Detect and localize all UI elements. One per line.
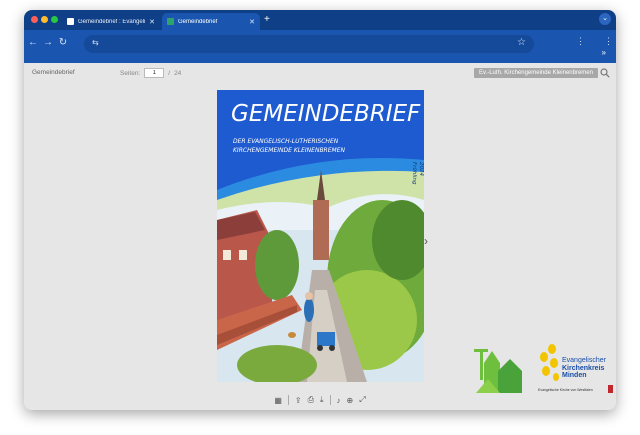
- zoom-window-button[interactable]: [51, 16, 58, 23]
- browser-menu-icon[interactable]: ⋮: [604, 36, 613, 47]
- kk-line-1: Evangelischer: [562, 357, 606, 364]
- viewer-header: Gemeindebrief Seiten: / 24 Ev.-Luth. Kir…: [24, 63, 616, 83]
- kk-line-3: Minden: [562, 372, 587, 379]
- divider: [287, 395, 289, 405]
- total-pages: 24: [174, 69, 182, 77]
- kirchenkreis-name: Evangelischer Kirchenkreis Minden: [562, 357, 606, 380]
- reload-button[interactable]: ↻: [57, 36, 69, 50]
- share-icon[interactable]: ⇪: [295, 396, 302, 405]
- church-logo: [474, 349, 522, 393]
- publisher-link[interactable]: Ev.-Luth. Kirchengemeinde Kleinenbremen: [474, 68, 598, 78]
- tab-label: Gemeindebrief: [178, 18, 218, 25]
- new-tab-button[interactable]: +: [264, 13, 270, 27]
- magazine-cover[interactable]: GEMEINDEBRIEF DER EVANGELISCH-LUTHERISCH…: [217, 90, 424, 382]
- close-tab-icon[interactable]: ✕: [249, 18, 255, 26]
- tab-label: Gemeindebrief : Evangelische…: [78, 18, 145, 25]
- cover-subtitle-1: DER EVANGELISCH-LUTHERISCHEN: [233, 138, 339, 145]
- close-window-button[interactable]: [31, 16, 38, 23]
- divider: [329, 395, 331, 405]
- kirchenkreis-logo: Evangelischer Kirchenkreis Minden Evange…: [536, 343, 614, 395]
- tab-search-button[interactable]: ⌄: [599, 13, 611, 25]
- extension-icon[interactable]: ⋮: [576, 36, 585, 47]
- search-icon[interactable]: [600, 68, 610, 78]
- tab-bar: Gemeindebrief : Evangelische… ✕ Gemeinde…: [24, 10, 616, 30]
- cover-title: GEMEINDEBRIEF: [231, 101, 421, 127]
- address-bar[interactable]: ⇆ ☆: [84, 35, 534, 53]
- tab-gemeindebrief-evangelisch[interactable]: Gemeindebrief : Evangelische… ✕: [62, 13, 160, 30]
- page-navigator: Seiten: / 24: [120, 68, 181, 78]
- bookmark-star-icon[interactable]: ☆: [517, 37, 526, 48]
- page-separator: /: [168, 69, 171, 77]
- fullscreen-icon[interactable]: ⤢: [359, 395, 365, 405]
- forward-button[interactable]: →: [42, 36, 54, 50]
- cover-season: Frühling: [411, 162, 417, 185]
- viewer-title: Gemeindebrief: [32, 69, 75, 76]
- download-icon[interactable]: ⤓: [320, 395, 324, 405]
- bookmarks-overflow-button[interactable]: »: [602, 48, 606, 57]
- print-icon[interactable]: ⎙: [308, 395, 314, 405]
- minimize-window-button[interactable]: [41, 16, 48, 23]
- cover-year: 2024: [418, 162, 424, 176]
- browser-window: Gemeindebrief : Evangelische… ✕ Gemeinde…: [24, 10, 616, 410]
- back-button[interactable]: ←: [27, 36, 39, 50]
- close-tab-icon[interactable]: ✕: [149, 18, 155, 26]
- viewer-controls: ▦ ⇪ ⎙ ⤓ ♪ ⊕ ⤢: [24, 390, 616, 410]
- document-icon: [67, 18, 74, 25]
- next-page-arrow-icon[interactable]: ›: [424, 234, 428, 248]
- cover-subtitle-2: KIRCHENGEMEINDE KLEINENBREMEN: [233, 147, 345, 154]
- pages-label: Seiten:: [120, 69, 141, 77]
- church-favicon-icon: [167, 18, 174, 25]
- kk-line-2: Kirchenkreis: [562, 364, 605, 372]
- tab-gemeindebrief[interactable]: Gemeindebrief ✕: [162, 13, 260, 30]
- thumbnails-grid-icon[interactable]: ▦: [274, 396, 282, 405]
- browser-toolbar: ← → ↻ ⇆ ☆ ⋮ ⋮: [24, 30, 616, 58]
- sound-icon[interactable]: ♪: [337, 396, 341, 405]
- site-settings-icon[interactable]: ⇆: [92, 38, 99, 47]
- flipbook-viewer: Gemeindebrief Seiten: / 24 Ev.-Luth. Kir…: [24, 63, 616, 410]
- kirchenkreis-emblem-icon: [540, 344, 559, 381]
- zoom-icon[interactable]: ⊕: [347, 396, 354, 405]
- page-number-input[interactable]: [144, 68, 165, 78]
